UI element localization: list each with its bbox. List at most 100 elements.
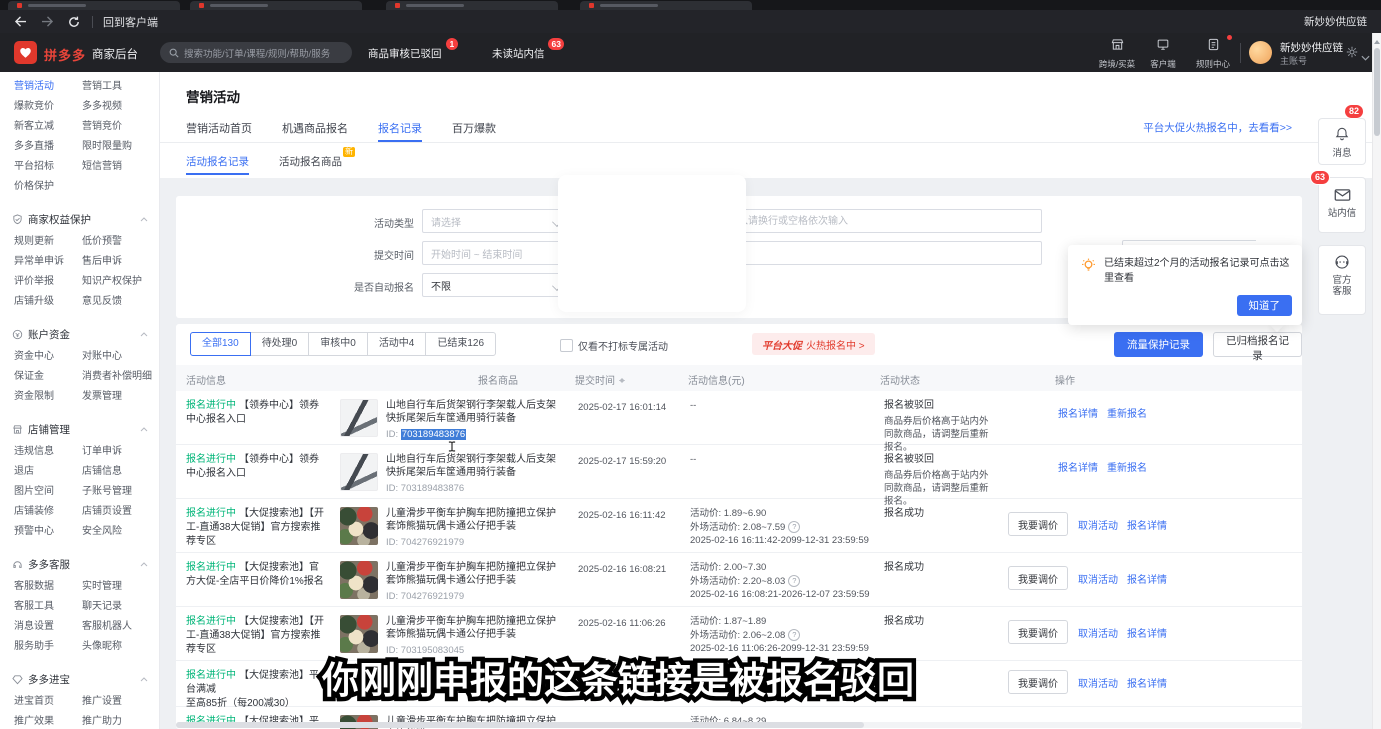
avatar[interactable] (1249, 41, 1272, 64)
got-it-button[interactable]: 知道了 (1237, 295, 1293, 316)
sidebar-item-marketing-activity[interactable]: 营销活动 (14, 77, 82, 92)
adjust-price-button[interactable]: 我要调价 (1008, 620, 1068, 644)
sidebar-item[interactable]: 对账中心 (82, 347, 122, 362)
segment-all[interactable]: 全部130 (190, 332, 251, 356)
cancel-activity-link[interactable]: 取消活动 (1078, 521, 1118, 532)
auto-signup-select[interactable]: 不限 (422, 273, 568, 297)
re-signup-link[interactable]: 重新报名 (1107, 409, 1147, 420)
signup-detail-link[interactable]: 报名详情 (1127, 679, 1167, 690)
segment-reviewing[interactable]: 审核中0 (308, 332, 368, 356)
sidebar-section-service[interactable]: 多多客服 (0, 554, 159, 574)
sidebar-item[interactable]: 店铺信息 (82, 462, 122, 477)
adjust-price-button[interactable]: 我要调价 (1008, 566, 1068, 590)
sidebar-item[interactable]: 推广设置 (82, 692, 122, 707)
signup-detail-link[interactable]: 报名详情 (1127, 629, 1167, 640)
sidebar-item[interactable]: 异常单申诉 (14, 252, 82, 267)
sidebar-item[interactable]: 实时管理 (82, 577, 122, 592)
sidebar-item[interactable]: 保证金 (14, 367, 82, 382)
sidebar-item[interactable]: 推广效果 (14, 712, 82, 727)
sidebar-item[interactable]: 店铺升级 (14, 292, 82, 307)
sidebar-item[interactable]: 资金中心 (14, 347, 82, 362)
sidebar-item[interactable]: 客服机器人 (82, 617, 132, 632)
back-icon[interactable] (14, 16, 27, 27)
browser-tab[interactable] (386, 1, 558, 10)
segment-pending[interactable]: 待处理0 (250, 332, 310, 356)
pinduoduo-logo-icon[interactable] (14, 41, 37, 64)
sidebar-item[interactable]: 新客立减 (14, 117, 82, 132)
traffic-protection-button[interactable]: 流量保护记录 (1114, 332, 1203, 357)
sidebar-item[interactable]: 头像昵称 (82, 637, 122, 652)
activity-type-select[interactable]: 请选择 (422, 209, 568, 233)
signup-detail-link[interactable]: 报名详情 (1127, 521, 1167, 532)
sidebar-section-shop[interactable]: 店铺管理 (0, 419, 159, 439)
sidebar-item[interactable]: 营销竞价 (82, 117, 122, 132)
global-search-input[interactable]: 搜索功能/订单/课程/规则/帮助/服务 (160, 42, 352, 63)
sidebar-item[interactable]: 违规信息 (14, 442, 82, 457)
browser-tab[interactable] (8, 1, 180, 10)
tab-signup-records[interactable]: 报名记录 (378, 112, 422, 142)
forward-icon[interactable] (41, 16, 54, 27)
messages-button[interactable]: 消息 (1318, 118, 1366, 165)
sidebar-item[interactable]: 推广助力 (82, 712, 122, 727)
sidebar-item[interactable]: 客服数据 (14, 577, 82, 592)
hot-promo-pill[interactable]: 平台大促火热报名中 > (752, 333, 875, 355)
sidebar-item[interactable]: 意见反馈 (82, 292, 122, 307)
sidebar-item[interactable]: 价格保护 (14, 177, 82, 192)
archived-records-button[interactable]: 已归档报名记录 (1213, 332, 1302, 357)
subtab-activity-products[interactable]: 活动报名商品新 (279, 143, 342, 178)
exclusive-filter-checkbox[interactable]: 仅看不打标专属活动 (560, 338, 668, 353)
selected-product-id[interactable]: 703189483876 (401, 429, 466, 440)
sidebar-item[interactable]: 低价预警 (82, 232, 122, 247)
sidebar-item[interactable]: 图片空间 (14, 482, 82, 497)
info-icon[interactable] (788, 629, 800, 641)
subtab-activity-records[interactable]: 活动报名记录 (186, 143, 249, 178)
sidebar-item[interactable]: 限时限量购 (82, 137, 132, 152)
cancel-activity-link[interactable]: 取消活动 (1078, 629, 1118, 640)
site-mail-button[interactable]: 站内信 (1318, 177, 1366, 233)
sidebar-item[interactable]: 平台招标 (14, 157, 82, 172)
adjust-price-button[interactable]: 我要调价 (1008, 670, 1068, 694)
back-to-client-link[interactable]: 回到客户端 (103, 14, 158, 30)
signup-detail-link[interactable]: 报名详情 (1058, 463, 1098, 474)
sidebar-item[interactable]: 消息设置 (14, 617, 82, 632)
sidebar-item[interactable]: 订单申诉 (82, 442, 122, 457)
segment-active[interactable]: 活动中4 (367, 332, 427, 356)
sidebar-item[interactable]: 进宝首页 (14, 692, 82, 707)
horizontal-scrollbar-thumb[interactable] (176, 722, 864, 728)
unread-mail-link[interactable]: 未读站内信 (492, 46, 545, 61)
re-signup-link[interactable]: 重新报名 (1107, 463, 1147, 474)
segment-ended[interactable]: 已结束126 (425, 332, 496, 356)
activity-id-input[interactable] (700, 209, 1042, 233)
sidebar-item[interactable]: 发票管理 (82, 387, 122, 402)
sidebar-section-rights[interactable]: 商家权益保护 (0, 209, 159, 229)
info-icon[interactable] (788, 521, 800, 533)
sidebar-item[interactable]: 规则更新 (14, 232, 82, 247)
sidebar-item[interactable]: 营销工具 (82, 77, 122, 92)
browser-tab[interactable] (580, 1, 752, 10)
sidebar-item[interactable]: 爆款竞价 (14, 97, 82, 112)
sidebar-item[interactable]: 安全风险 (82, 522, 122, 537)
sidebar-section-jinbao[interactable]: 多多进宝 (0, 669, 159, 689)
tab-million-bestsellers[interactable]: 百万爆款 (452, 112, 496, 142)
info-icon[interactable] (788, 575, 800, 587)
browser-tab[interactable] (190, 1, 362, 10)
vertical-scrollbar-thumb[interactable] (1374, 48, 1380, 136)
sidebar-item[interactable]: 评价举报 (14, 272, 82, 287)
sidebar-item[interactable]: 店铺装修 (14, 502, 82, 517)
sidebar-item[interactable]: 售后申诉 (82, 252, 122, 267)
tab-marketing-home[interactable]: 营销活动首页 (186, 112, 252, 142)
cross-border-button[interactable]: 跨境/买菜 (1094, 38, 1140, 70)
sidebar-item[interactable]: 服务助手 (14, 637, 82, 652)
rules-center-button[interactable]: 规则中心 (1190, 38, 1236, 70)
cancel-activity-link[interactable]: 取消活动 (1078, 575, 1118, 586)
promo-signup-link[interactable]: 平台大促火热报名中，去看看>> (1143, 120, 1292, 135)
audit-rejected-link[interactable]: 商品审核已驳回 (368, 46, 442, 61)
tab-opportunity-signup[interactable]: 机遇商品报名 (282, 112, 348, 142)
col-submit-time[interactable]: 提交时间 (575, 372, 625, 387)
browser-profile-label[interactable]: 新妙妙供应链 (1304, 14, 1367, 29)
signup-detail-link[interactable]: 报名详情 (1058, 409, 1098, 420)
sidebar-section-funds[interactable]: 账户资金 (0, 324, 159, 344)
sidebar-item[interactable]: 知识产权保护 (82, 272, 142, 287)
sidebar-item[interactable]: 店铺页设置 (82, 502, 132, 517)
sidebar-item[interactable]: 多多视频 (82, 97, 122, 112)
